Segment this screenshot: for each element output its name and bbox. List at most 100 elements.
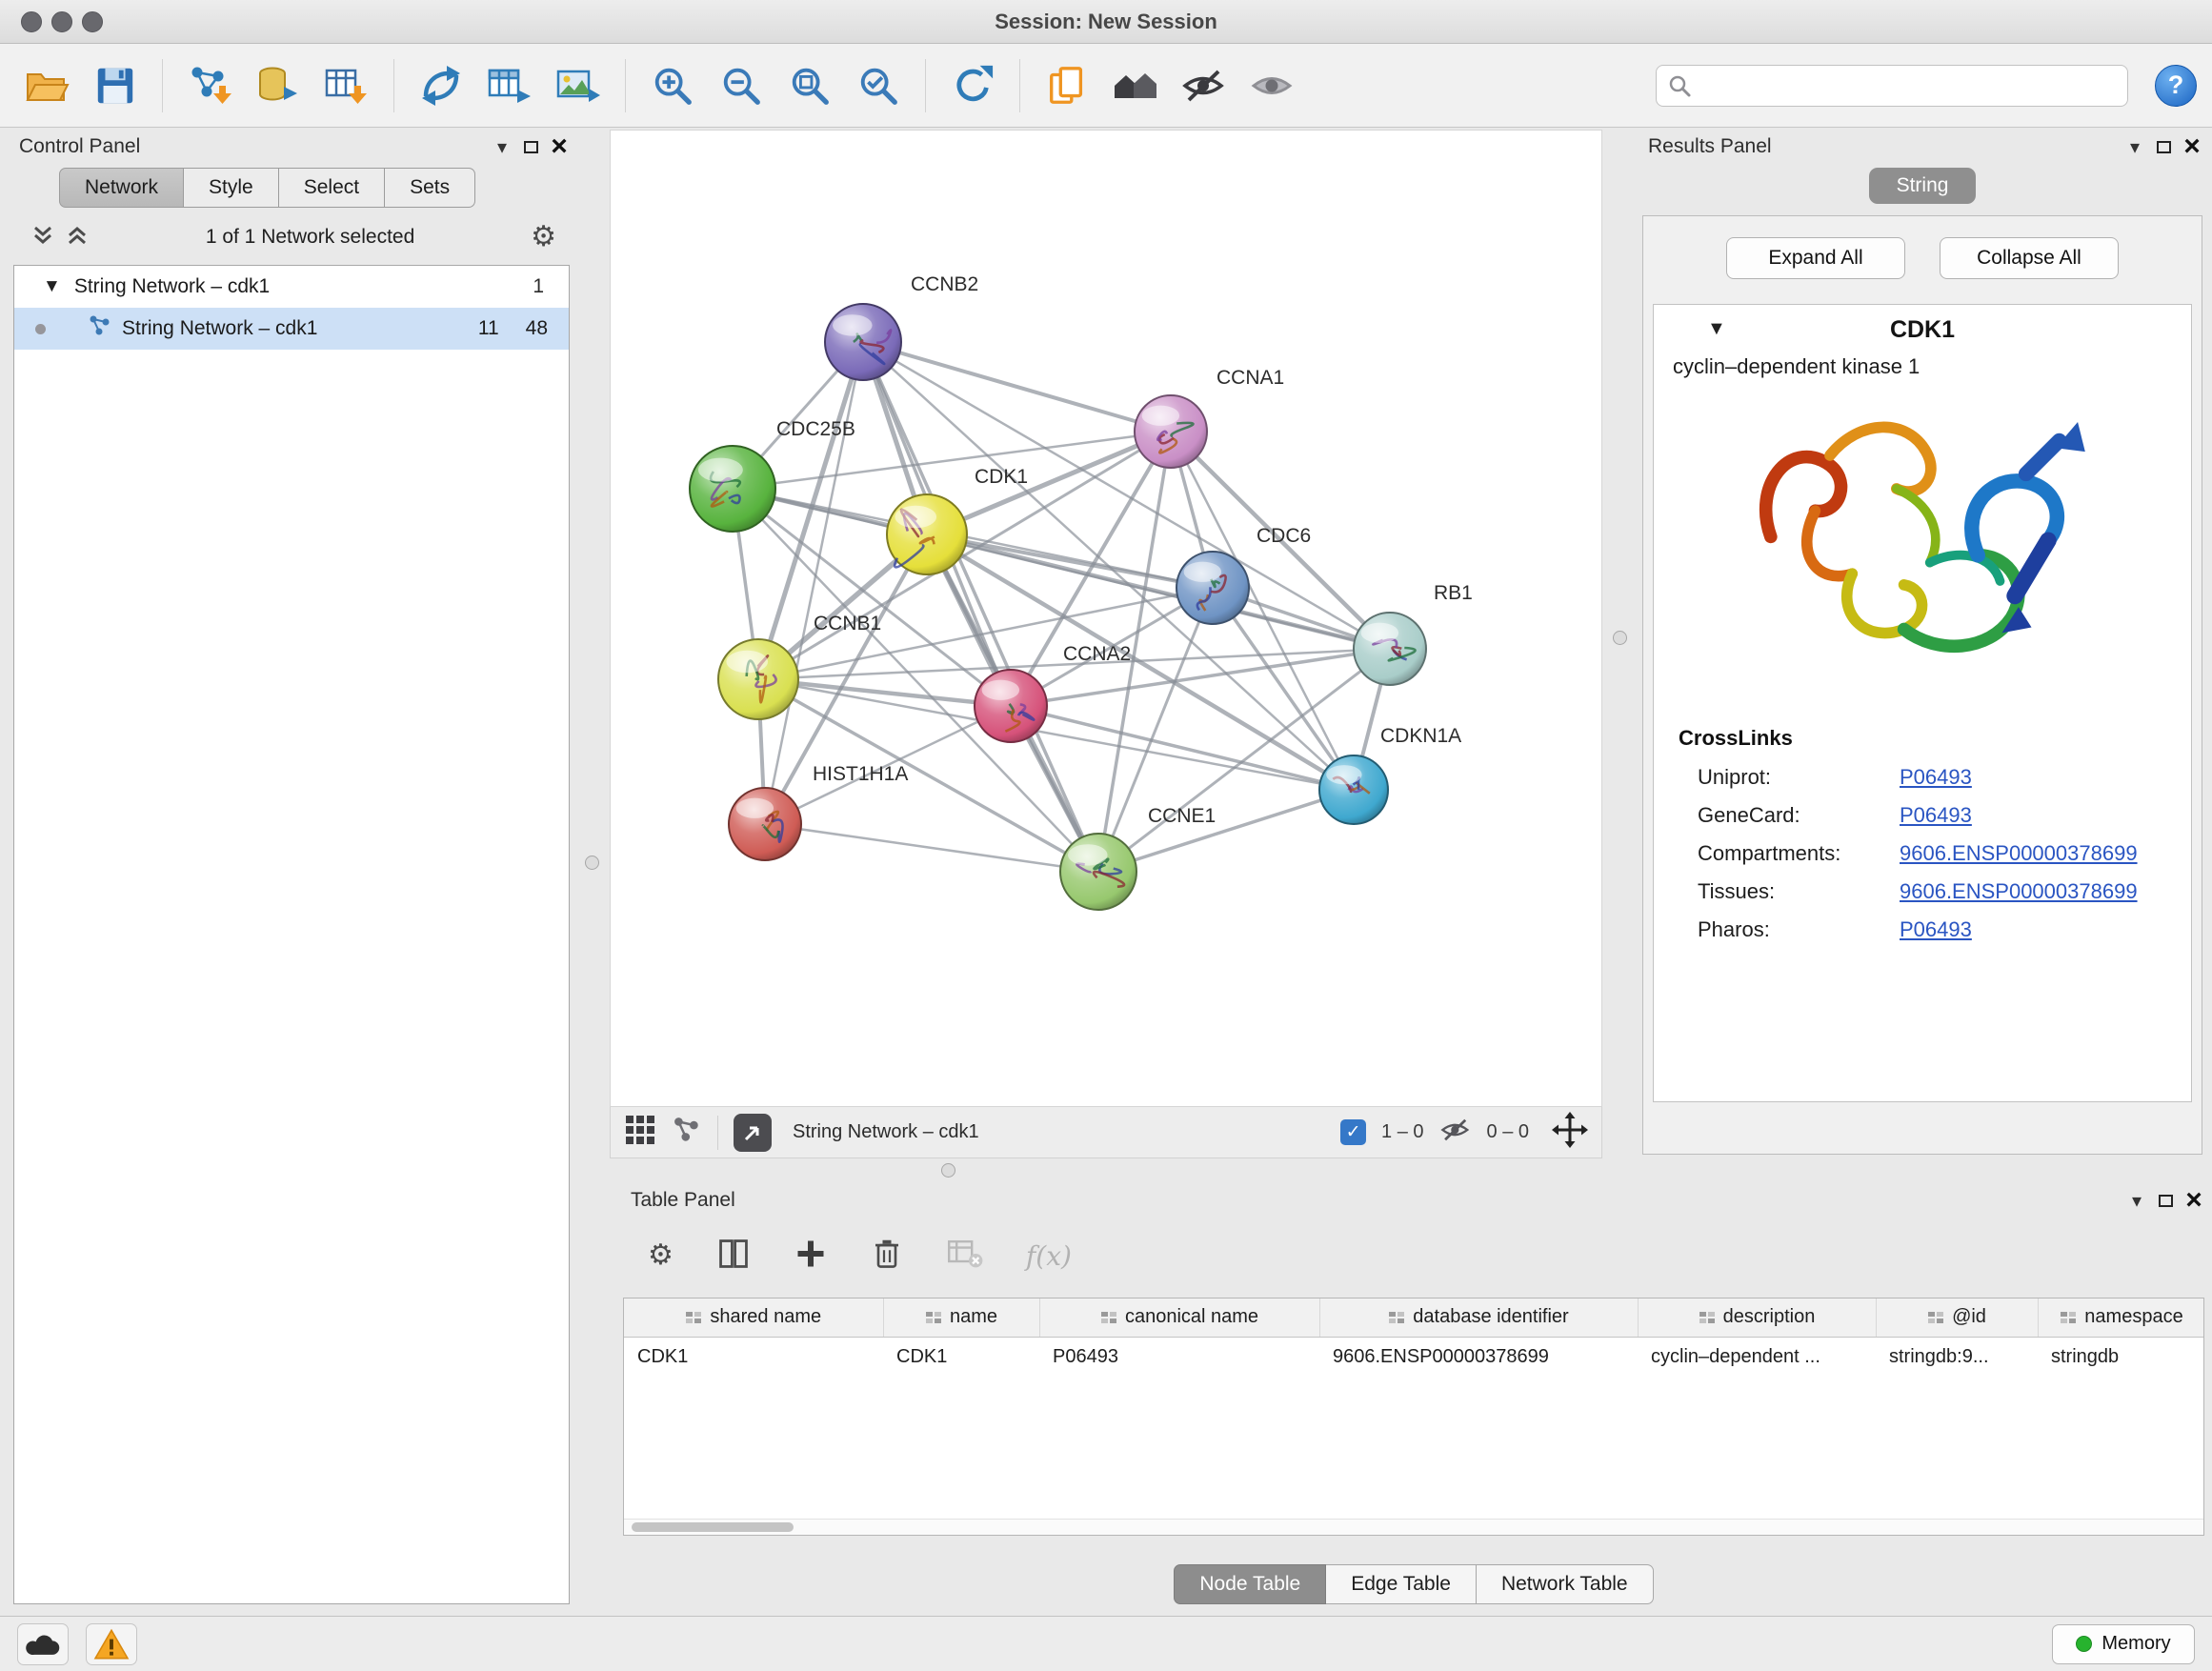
gear-icon[interactable]: ⚙ bbox=[531, 223, 556, 252]
show-style-button[interactable] bbox=[1241, 53, 1304, 118]
network-node-CCNB2[interactable] bbox=[825, 304, 901, 380]
memory-button[interactable]: Memory bbox=[2052, 1624, 2195, 1664]
tab-network-table[interactable]: Network Table bbox=[1477, 1564, 1654, 1604]
panel-close-icon[interactable]: × bbox=[2180, 1187, 2208, 1214]
crosslink-link[interactable]: 9606.ENSP00000378699 bbox=[1900, 879, 2138, 904]
open-session-button[interactable] bbox=[15, 53, 78, 118]
network-node-CCNE1[interactable] bbox=[1060, 834, 1136, 910]
cell-canonical-name[interactable]: P06493 bbox=[1039, 1337, 1319, 1377]
column-header[interactable]: canonical name bbox=[1039, 1299, 1319, 1337]
table-row[interactable]: CDK1 CDK1 P06493 9606.ENSP00000378699 cy… bbox=[624, 1337, 2204, 1377]
column-header[interactable]: database identifier bbox=[1319, 1299, 1638, 1337]
network-node-CCNA1[interactable] bbox=[1135, 395, 1207, 468]
selected-checkbox-icon[interactable]: ✓ bbox=[1340, 1119, 1366, 1145]
column-header[interactable]: namespace bbox=[2038, 1299, 2204, 1337]
tab-edge-table[interactable]: Edge Table bbox=[1326, 1564, 1477, 1604]
add-column-icon[interactable] bbox=[794, 1237, 828, 1276]
move-crosshair-icon[interactable] bbox=[1552, 1112, 1588, 1154]
network-node-CCNA2[interactable] bbox=[975, 670, 1047, 742]
tab-sets[interactable]: Sets bbox=[385, 168, 475, 208]
panel-menu-icon[interactable]: ▾ bbox=[2121, 133, 2149, 160]
network-node-CDKN1A[interactable] bbox=[1319, 755, 1388, 824]
expand-all-button[interactable]: Expand All bbox=[1726, 237, 1905, 279]
copy-documents-button[interactable] bbox=[1036, 53, 1098, 118]
protein-section-header[interactable]: ▼ CDK1 bbox=[1654, 305, 2191, 354]
crosslink-link[interactable]: P06493 bbox=[1900, 803, 1972, 828]
collapse-all-button[interactable]: Collapse All bbox=[1940, 237, 2119, 279]
search-input[interactable] bbox=[1656, 65, 2128, 107]
network-node-RB1[interactable] bbox=[1354, 613, 1426, 685]
crosslink-link[interactable]: P06493 bbox=[1900, 917, 1972, 942]
tab-style[interactable]: Style bbox=[184, 168, 279, 208]
column-header[interactable]: @id bbox=[1876, 1299, 2038, 1337]
network-node-CDK1[interactable] bbox=[887, 494, 967, 574]
splitter-handle[interactable] bbox=[1613, 631, 1627, 645]
column-header[interactable]: name bbox=[883, 1299, 1039, 1337]
column-header[interactable]: description bbox=[1638, 1299, 1876, 1337]
panel-menu-icon[interactable]: ▾ bbox=[488, 133, 516, 160]
crosslink-link[interactable]: 9606.ENSP00000378699 bbox=[1900, 841, 2138, 866]
cell-description[interactable]: cyclin–dependent ... bbox=[1638, 1337, 1876, 1377]
birdseye-view-button[interactable] bbox=[734, 1114, 772, 1152]
zoom-out-button[interactable] bbox=[710, 53, 773, 118]
import-network-database-button[interactable] bbox=[247, 53, 310, 118]
home-views-button[interactable] bbox=[1104, 53, 1167, 118]
export-table-button[interactable] bbox=[478, 53, 541, 118]
cell-name[interactable]: CDK1 bbox=[883, 1337, 1039, 1377]
tab-string[interactable]: String bbox=[1869, 168, 1976, 204]
network-node-HIST1H1A[interactable] bbox=[729, 788, 801, 860]
help-button[interactable]: ? bbox=[2155, 65, 2197, 107]
collapse-all-chevron-icon[interactable] bbox=[30, 223, 55, 252]
panel-close-icon[interactable]: × bbox=[2178, 133, 2206, 160]
main-toolbar: ? bbox=[0, 44, 2212, 128]
network-node-CDC25B[interactable] bbox=[690, 446, 775, 532]
cell-namespace[interactable]: stringdb bbox=[2038, 1337, 2204, 1377]
network-node-CCNB1[interactable] bbox=[718, 639, 798, 719]
section-collapse-caret-icon[interactable]: ▼ bbox=[1707, 318, 1726, 340]
network-canvas[interactable]: CCNB2CCNA1CDC25BCDK1CDC6RB1CCNB1CCNA2CDK… bbox=[611, 131, 1601, 1106]
panel-float-icon[interactable] bbox=[516, 133, 545, 160]
network-row[interactable]: String Network – cdk1 11 48 bbox=[14, 308, 569, 350]
network-share-view-icon[interactable] bbox=[672, 1115, 702, 1151]
panel-float-icon[interactable] bbox=[2149, 133, 2178, 160]
splitter-handle[interactable] bbox=[941, 1163, 955, 1178]
zoom-in-button[interactable] bbox=[641, 53, 704, 118]
crosslink-link[interactable]: P06493 bbox=[1900, 765, 1972, 790]
horizontal-scrollbar[interactable] bbox=[624, 1519, 2203, 1535]
zoom-fit-button[interactable] bbox=[778, 53, 841, 118]
delete-column-icon[interactable] bbox=[870, 1236, 904, 1277]
grid-view-icon[interactable] bbox=[624, 1114, 656, 1152]
tab-network[interactable]: Network bbox=[59, 168, 184, 208]
tab-node-table[interactable]: Node Table bbox=[1174, 1564, 1326, 1604]
hidden-eye-strikethrough-icon[interactable] bbox=[1439, 1116, 1472, 1150]
expand-all-chevron-icon[interactable] bbox=[65, 223, 90, 252]
column-header[interactable]: shared name bbox=[624, 1299, 883, 1337]
export-image-button[interactable] bbox=[547, 53, 610, 118]
import-network-file-button[interactable] bbox=[178, 53, 241, 118]
cloud-button[interactable] bbox=[17, 1623, 69, 1665]
scrollbar-thumb[interactable] bbox=[632, 1522, 794, 1532]
network-node-CDC6[interactable] bbox=[1176, 552, 1249, 624]
export-network-button[interactable] bbox=[410, 53, 473, 118]
panel-float-icon[interactable] bbox=[2151, 1187, 2180, 1214]
warning-button[interactable] bbox=[86, 1623, 137, 1665]
network-collection-row[interactable]: ▼ String Network – cdk1 1 bbox=[14, 266, 569, 308]
import-table-button[interactable] bbox=[315, 53, 378, 118]
zoom-selected-button[interactable] bbox=[847, 53, 910, 118]
splitter-handle[interactable] bbox=[585, 856, 599, 870]
save-session-button[interactable] bbox=[84, 53, 147, 118]
hide-style-button[interactable] bbox=[1173, 53, 1236, 118]
panel-close-icon[interactable]: × bbox=[545, 133, 573, 160]
cell-id[interactable]: stringdb:9... bbox=[1876, 1337, 2038, 1377]
results-panel-header: Results Panel ▾ × bbox=[1639, 130, 2206, 164]
show-columns-icon[interactable] bbox=[715, 1236, 752, 1277]
column-label: database identifier bbox=[1413, 1306, 1568, 1328]
tree-collapse-caret-icon[interactable]: ▼ bbox=[43, 276, 61, 297]
warning-icon bbox=[93, 1628, 130, 1661]
tab-select[interactable]: Select bbox=[279, 168, 385, 208]
table-gear-icon[interactable]: ⚙ bbox=[648, 1241, 674, 1270]
panel-menu-icon[interactable]: ▾ bbox=[2122, 1187, 2151, 1214]
cell-database-identifier[interactable]: 9606.ENSP00000378699 bbox=[1319, 1337, 1638, 1377]
refresh-layout-button[interactable] bbox=[941, 53, 1004, 118]
cell-shared-name[interactable]: CDK1 bbox=[624, 1337, 883, 1377]
